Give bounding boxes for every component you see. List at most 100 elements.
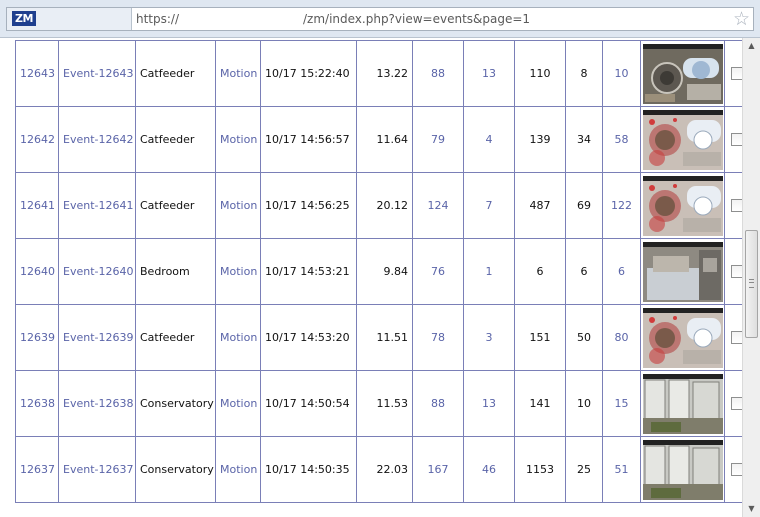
event-name-link[interactable]: Event-12643 xyxy=(58,40,136,107)
zm-logo-icon: ZM xyxy=(12,11,36,26)
star-icon[interactable]: ☆ xyxy=(733,8,750,30)
page-content: 12643 Event-12643 Catfeeder Motion 10/17 15:… xyxy=(0,38,742,517)
frames-link[interactable]: 167 xyxy=(412,436,464,503)
event-thumbnail[interactable] xyxy=(643,109,723,170)
total-score: 151 xyxy=(514,304,566,371)
frames-link[interactable]: 88 xyxy=(412,370,464,437)
site-identity[interactable]: ZM xyxy=(7,8,132,30)
event-select-checkbox[interactable] xyxy=(731,331,742,345)
event-time: 10/17 14:56:57 xyxy=(260,106,357,173)
scrollbar-thumb[interactable] xyxy=(745,230,758,338)
event-cause-link[interactable]: Motion xyxy=(215,106,261,173)
frames-link[interactable]: 124 xyxy=(412,172,464,239)
monitor-name: Conservatory xyxy=(135,436,216,503)
event-name-link[interactable]: Event-12638 xyxy=(58,370,136,437)
event-length: 22.03 xyxy=(356,436,413,503)
event-select-checkbox[interactable] xyxy=(731,199,742,213)
max-score-link[interactable]: 51 xyxy=(602,436,641,503)
total-score: 1153 xyxy=(514,436,566,503)
url-scheme: https:// xyxy=(136,12,180,26)
max-score-link[interactable]: 15 xyxy=(602,370,641,437)
scroll-down-arrow-icon[interactable]: ▼ xyxy=(743,501,760,517)
frames-link[interactable]: 76 xyxy=(412,238,464,305)
address-bar[interactable]: ZM https:// /zm/index.php?view=events&pa… xyxy=(6,7,754,31)
max-score-link[interactable]: 80 xyxy=(602,304,641,371)
event-name-link[interactable]: Event-12637 xyxy=(58,436,136,503)
event-cause-link[interactable]: Motion xyxy=(215,436,261,503)
event-id-link[interactable]: 12638 xyxy=(15,370,59,437)
alarm-frames-link[interactable]: 3 xyxy=(463,304,515,371)
event-time: 10/17 14:53:20 xyxy=(260,304,357,371)
event-length: 11.64 xyxy=(356,106,413,173)
event-id-link[interactable]: 12641 xyxy=(15,172,59,239)
select-cell xyxy=(724,304,742,371)
event-row: 12643 Event-12643 Catfeeder Motion 10/17 15:… xyxy=(15,40,742,107)
event-select-checkbox[interactable] xyxy=(731,133,742,147)
event-cause-link[interactable]: Motion xyxy=(215,40,261,107)
max-score-link[interactable]: 58 xyxy=(602,106,641,173)
event-time: 10/17 14:56:25 xyxy=(260,172,357,239)
alarm-frames-link[interactable]: 4 xyxy=(463,106,515,173)
event-thumbnail[interactable] xyxy=(643,43,723,104)
frames-link[interactable]: 88 xyxy=(412,40,464,107)
alarm-frames-link[interactable]: 7 xyxy=(463,172,515,239)
event-id-link[interactable]: 12642 xyxy=(15,106,59,173)
max-score-link[interactable]: 122 xyxy=(602,172,641,239)
max-score-link[interactable]: 10 xyxy=(602,40,641,107)
vertical-scrollbar[interactable]: ▲ ▼ xyxy=(742,38,760,517)
max-score-link[interactable]: 6 xyxy=(602,238,641,305)
event-thumbnail[interactable] xyxy=(643,175,723,236)
select-cell xyxy=(724,40,742,107)
event-thumbnail[interactable] xyxy=(643,307,723,368)
alarm-frames-link[interactable]: 46 xyxy=(463,436,515,503)
scroll-up-arrow-icon[interactable]: ▲ xyxy=(743,38,760,54)
event-cause-link[interactable]: Motion xyxy=(215,238,261,305)
event-thumbnail[interactable] xyxy=(643,373,723,434)
event-select-checkbox[interactable] xyxy=(731,463,742,477)
event-select-checkbox[interactable] xyxy=(731,397,742,411)
event-thumbnail-cell xyxy=(640,370,725,437)
grip-icon xyxy=(749,279,754,288)
event-cause-link[interactable]: Motion xyxy=(215,370,261,437)
event-name-link[interactable]: Event-12641 xyxy=(58,172,136,239)
event-thumbnail[interactable] xyxy=(643,439,723,500)
alarm-frames-link[interactable]: 13 xyxy=(463,40,515,107)
frames-link[interactable]: 78 xyxy=(412,304,464,371)
event-row: 12637 Event-12637 Conservatory Motion 10/17 … xyxy=(15,436,742,503)
frames-link[interactable]: 79 xyxy=(412,106,464,173)
event-thumbnail-cell xyxy=(640,436,725,503)
monitor-name: Catfeeder xyxy=(135,40,216,107)
alarm-frames-link[interactable]: 13 xyxy=(463,370,515,437)
average-score: 8 xyxy=(565,40,603,107)
event-name-link[interactable]: Event-12642 xyxy=(58,106,136,173)
total-score: 487 xyxy=(514,172,566,239)
event-length: 11.51 xyxy=(356,304,413,371)
event-name-link[interactable]: Event-12639 xyxy=(58,304,136,371)
event-time: 10/17 14:53:21 xyxy=(260,238,357,305)
average-score: 69 xyxy=(565,172,603,239)
select-cell xyxy=(724,106,742,173)
select-cell xyxy=(724,370,742,437)
average-score: 25 xyxy=(565,436,603,503)
browser-toolbar: ZM https:// /zm/index.php?view=events&pa… xyxy=(0,0,760,38)
event-cause-link[interactable]: Motion xyxy=(215,304,261,371)
event-name-link[interactable]: Event-12640 xyxy=(58,238,136,305)
event-cause-link[interactable]: Motion xyxy=(215,172,261,239)
event-thumbnail-cell xyxy=(640,238,725,305)
event-id-link[interactable]: 12640 xyxy=(15,238,59,305)
monitor-name: Catfeeder xyxy=(135,106,216,173)
event-row: 12638 Event-12638 Conservatory Motion 10/17 … xyxy=(15,370,742,437)
average-score: 50 xyxy=(565,304,603,371)
event-row: 12639 Event-12639 Catfeeder Motion 10/17 14:… xyxy=(15,304,742,371)
event-time: 10/17 14:50:54 xyxy=(260,370,357,437)
alarm-frames-link[interactable]: 1 xyxy=(463,238,515,305)
event-thumbnail-cell xyxy=(640,304,725,371)
select-cell xyxy=(724,238,742,305)
total-score: 6 xyxy=(514,238,566,305)
event-id-link[interactable]: 12637 xyxy=(15,436,59,503)
event-id-link[interactable]: 12643 xyxy=(15,40,59,107)
event-thumbnail[interactable] xyxy=(643,241,723,302)
event-id-link[interactable]: 12639 xyxy=(15,304,59,371)
event-select-checkbox[interactable] xyxy=(731,67,742,81)
event-select-checkbox[interactable] xyxy=(731,265,742,279)
